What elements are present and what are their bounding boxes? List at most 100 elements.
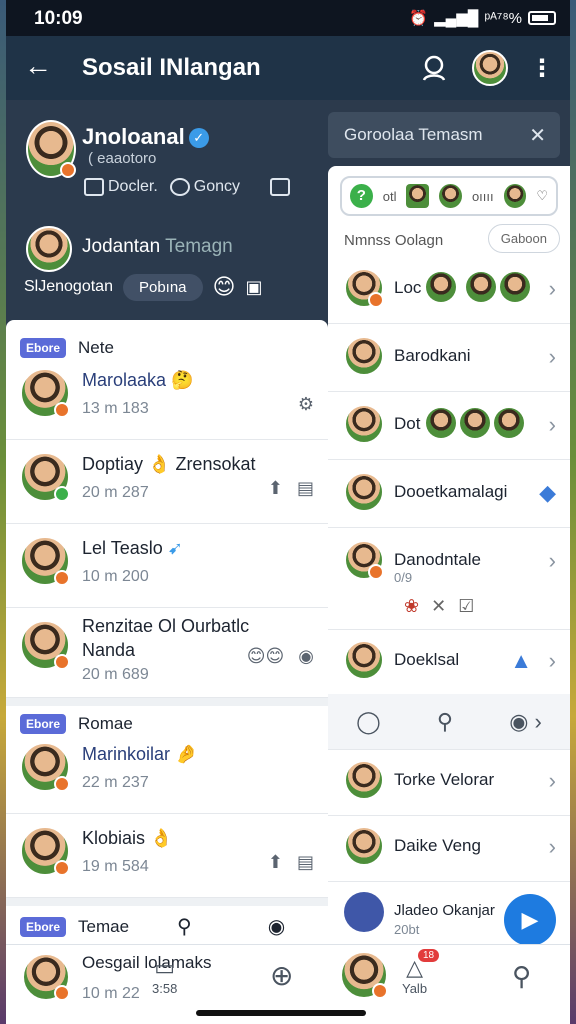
nav-notifications[interactable]: △ 18 Yalb — [402, 949, 440, 996]
list-item[interactable]: Doptiay 👌 Zrensokat 20 m 287 ⬆ ▤ — [6, 440, 328, 524]
item-name-text: Lel Teaslo — [82, 538, 163, 558]
contact-name: Torke Velorar — [394, 770, 495, 789]
bottom-avatar[interactable] — [22, 953, 70, 1001]
filter-avatar — [439, 184, 462, 208]
subbar-label: SlJenogotan — [24, 278, 113, 295]
contact-row[interactable]: Barodkani › — [328, 326, 570, 392]
user-avatar-image — [472, 50, 508, 86]
item-badge-icon — [54, 860, 70, 876]
profile-circle-icon[interactable]: ◉ — [268, 914, 285, 939]
group-avatar — [494, 408, 524, 438]
profile-tags: Docler. Goncy — [84, 178, 294, 197]
pin-icon[interactable]: ⚲ — [177, 914, 192, 939]
list-item[interactable]: Lel Teaslo ➹ 10 m 200 — [6, 524, 328, 608]
filter-text-1: otl — [382, 188, 397, 204]
contact-sub: 20bt — [394, 922, 420, 937]
settings-icon[interactable]: ⚙ — [298, 394, 314, 415]
item-avatar — [20, 742, 70, 792]
status-bar: 10:09 ⏰ ▂▄▆█ ᵖᴬ⁷⁸% — [6, 0, 570, 36]
battery-icon — [528, 11, 556, 25]
react-icon[interactable]: ❀ — [404, 596, 419, 617]
thumbs-up-icon[interactable]: ▲ — [510, 648, 532, 674]
tag-goncy[interactable]: Goncy — [169, 178, 241, 196]
second-avatar[interactable] — [26, 226, 72, 272]
tag-circle-icon — [169, 178, 190, 196]
item-avatar — [20, 620, 70, 670]
play-fab-button[interactable]: ▶ — [504, 894, 556, 946]
check-box-icon[interactable]: ☑ — [458, 596, 474, 617]
item-avatar — [20, 368, 70, 418]
contacts-section-button[interactable]: Gaboon — [487, 224, 560, 253]
item-name-line2: Nanda — [82, 640, 136, 660]
app-window: 10:09 ⏰ ▂▄▆█ ᵖᴬ⁷⁸% ← Sosail INlangan ⋮ J… — [6, 0, 570, 1024]
profile-subbar: SlJenogotan Pobına 😊 ▣ — [24, 272, 324, 302]
contact-row[interactable]: Danodntale 0/9 › ❀ ✕ ☑ — [328, 530, 570, 630]
dismiss-icon[interactable]: ✕ — [431, 596, 446, 617]
app-bar: ← Sosail INlangan ⋮ — [6, 36, 570, 100]
list-item[interactable]: Klobiais 👌 19 m 584 ⬆ ▤ — [6, 814, 328, 898]
item-avatar — [20, 826, 70, 876]
back-arrow-icon[interactable]: ← — [24, 50, 52, 82]
more-options-icon[interactable]: ⋮ — [522, 48, 562, 88]
contact-row[interactable]: Loc › — [328, 258, 570, 324]
section-chip: Ebore — [20, 916, 67, 937]
chevron-right-icon[interactable]: › — [549, 412, 556, 438]
card-icon[interactable]: ▤ — [297, 852, 314, 873]
chevron-right-icon[interactable]: › — [549, 548, 556, 574]
contacts-section-title: Nmnss Oolagn — [344, 232, 444, 249]
contact-avatar — [344, 404, 384, 444]
tag2-label: Goncy — [193, 178, 241, 196]
nav-center[interactable]: ⊕ — [270, 959, 293, 992]
nav-search[interactable]: ⚲ — [512, 961, 531, 992]
nav-files-label: 3:58 — [152, 981, 178, 996]
close-icon[interactable]: ✕ — [529, 123, 546, 148]
item-name: Klobiais 👌 — [82, 828, 173, 848]
filter-avatar — [503, 184, 527, 208]
like-icon[interactable]: ◆ — [539, 480, 556, 506]
chevron-right-icon[interactable]: › — [549, 344, 556, 370]
user-avatar[interactable] — [470, 48, 510, 88]
contact-row[interactable]: Dooetkamalagi ◆ — [328, 462, 570, 528]
nav-files[interactable]: ▭ 3:58 — [152, 955, 177, 996]
list-item[interactable]: Marinkoilar 🤌 22 m 237 — [6, 730, 328, 814]
nav-profile-avatar[interactable] — [340, 951, 388, 999]
item-actions: 😊😊 ◉ — [247, 646, 314, 667]
tag-docler[interactable]: Docler. — [84, 178, 158, 196]
contact-row[interactable]: Dot › — [328, 394, 570, 460]
alarm-icon: ⏰ — [409, 10, 429, 27]
bottom-item-meta: 10 m 22 — [82, 985, 140, 1002]
contact-row[interactable]: Torke Velorar › — [328, 750, 570, 816]
chevron-right-icon[interactable]: › — [549, 648, 556, 674]
chevron-right-icon[interactable]: › — [549, 276, 556, 302]
flag-icon — [406, 184, 430, 208]
item-avatar — [20, 452, 70, 502]
contact-row[interactable]: Daike Veng › — [328, 816, 570, 882]
comment-icon[interactable]: ◯ — [356, 709, 381, 735]
search-chip[interactable]: Goroolaa Temasm ✕ — [328, 112, 560, 158]
group-avatar — [500, 272, 530, 302]
profile-avatar[interactable] — [26, 120, 76, 178]
contacts-card: ? otl oıııı ♡ Nmnss Oolagn Gaboon Loc › … — [328, 166, 570, 966]
chevron-right-icon[interactable]: › — [549, 768, 556, 794]
share-icon[interactable]: ⬆ — [268, 852, 283, 873]
list-item[interactable]: Renzitae Ol Ourbatlc Nanda 20 m 689 😊😊 ◉ — [6, 608, 328, 698]
camera-icon[interactable]: ▣ — [245, 277, 262, 298]
emoji-icon[interactable]: 😊 — [213, 274, 236, 300]
contact-row[interactable]: Doeklsal ▲ › — [328, 630, 570, 696]
share-icon[interactable]: ⬆ — [268, 478, 283, 499]
home-indicator[interactable] — [196, 1010, 366, 1016]
person-icon[interactable]: ⚲ — [437, 709, 453, 735]
filter-row[interactable]: ? otl oıııı ♡ — [340, 176, 558, 216]
profile-outline-icon[interactable] — [414, 48, 454, 88]
media-icon[interactable] — [270, 178, 291, 197]
chat-icon[interactable]: ◉ — [298, 646, 314, 667]
account-icon[interactable]: ◉ › — [509, 709, 542, 735]
card-icon[interactable]: ▤ — [297, 478, 314, 499]
verified-icon: ✓ — [188, 128, 209, 149]
question-icon: ? — [350, 184, 373, 208]
list-item[interactable]: Marolaaka 🤔 13 m 183 ⚙ — [6, 356, 328, 440]
subbar-pill-button[interactable]: Pobına — [122, 273, 203, 301]
contact-avatar — [344, 336, 384, 376]
profile-name: Jnoloanal ✓ — [82, 124, 209, 150]
chevron-right-icon[interactable]: › — [549, 834, 556, 860]
